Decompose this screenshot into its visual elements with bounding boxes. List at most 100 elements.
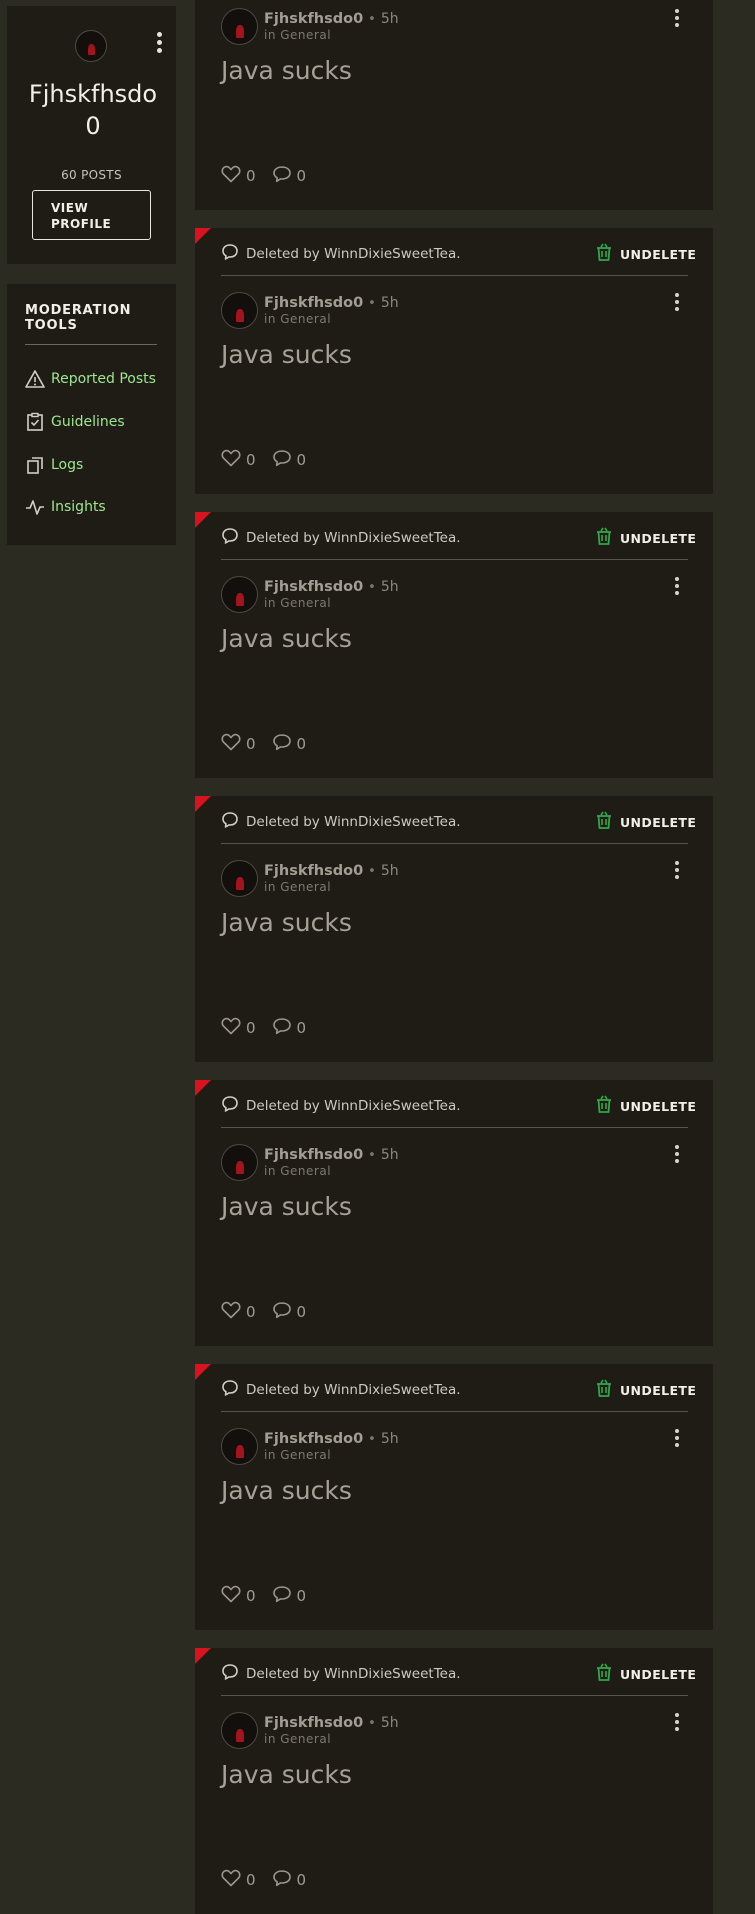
mod-item-reported-posts[interactable]: Reported Posts xyxy=(25,367,156,391)
author-avatar[interactable] xyxy=(221,8,258,45)
author-name[interactable]: Fjhskfhsdo0 xyxy=(264,863,363,879)
comment-button[interactable]: 0 xyxy=(272,449,307,471)
divider xyxy=(221,559,688,560)
undelete-button[interactable]: UNDELETE xyxy=(595,1663,696,1685)
post-more-options-icon[interactable] xyxy=(670,1426,684,1450)
comment-icon xyxy=(272,449,292,471)
like-button[interactable]: 0 xyxy=(221,1869,256,1891)
post-more-options-icon[interactable] xyxy=(670,1710,684,1734)
comment-button[interactable]: 0 xyxy=(272,1585,307,1607)
comment-button[interactable]: 0 xyxy=(272,1301,306,1323)
comment-count: 0 xyxy=(296,1019,307,1037)
post-body: Java sucks xyxy=(221,1476,352,1505)
comment-icon xyxy=(272,1017,292,1039)
author-info: Fjhskfhsdo0 • 5h in General xyxy=(264,1712,399,1746)
separator-dot: • xyxy=(368,1716,376,1731)
separator-dot: • xyxy=(368,864,376,879)
post-more-options-icon[interactable] xyxy=(670,858,684,882)
mod-item-logs[interactable]: Logs xyxy=(25,453,83,477)
post-more-options-icon[interactable] xyxy=(670,6,684,30)
post-category[interactable]: in General xyxy=(264,28,399,42)
post-actions: 0 0 xyxy=(221,165,322,187)
author-info: Fjhskfhsdo0 • 5h in General xyxy=(264,1144,399,1178)
like-button[interactable]: 0 xyxy=(221,733,256,755)
mod-item-insights[interactable]: Insights xyxy=(25,495,106,519)
mod-item-label: Insights xyxy=(51,499,106,515)
comment-count: 0 xyxy=(296,451,307,469)
author-name[interactable]: Fjhskfhsdo0 xyxy=(264,1147,363,1163)
post-body: Java sucks xyxy=(221,624,352,653)
author-name[interactable]: Fjhskfhsdo0 xyxy=(264,295,363,311)
post-card: Deleted by WinnDixieSweetTea. UNDELETE F… xyxy=(195,1648,713,1914)
undelete-button[interactable]: UNDELETE xyxy=(595,527,696,549)
comment-button[interactable]: 0 xyxy=(272,165,306,187)
author-avatar[interactable] xyxy=(221,292,258,329)
post-body: Java sucks xyxy=(221,56,352,85)
divider xyxy=(221,843,688,844)
speech-bubble-icon xyxy=(221,243,239,265)
mod-item-guidelines[interactable]: Guidelines xyxy=(25,410,125,434)
like-count: 0 xyxy=(246,451,256,469)
author-avatar[interactable] xyxy=(221,860,258,897)
mod-item-label: Reported Posts xyxy=(51,371,156,387)
warning-icon xyxy=(25,369,45,389)
author-avatar[interactable] xyxy=(221,1428,258,1465)
author-name[interactable]: Fjhskfhsdo0 xyxy=(264,579,363,595)
comment-count: 0 xyxy=(296,1587,307,1605)
view-profile-button[interactable]: VIEW PROFILE xyxy=(32,190,151,240)
comment-button[interactable]: 0 xyxy=(272,733,306,755)
post-actions: 0 0 xyxy=(221,1585,322,1607)
author-avatar[interactable] xyxy=(221,1144,258,1181)
undelete-button[interactable]: UNDELETE xyxy=(595,811,696,833)
like-button[interactable]: 0 xyxy=(221,1017,256,1039)
undelete-button[interactable]: UNDELETE xyxy=(595,1095,696,1117)
author-name[interactable]: Fjhskfhsdo0 xyxy=(264,1431,363,1447)
restore-trash-icon xyxy=(595,1095,613,1117)
comment-button[interactable]: 0 xyxy=(272,1017,307,1039)
post-category[interactable]: in General xyxy=(264,596,399,610)
undelete-label: UNDELETE xyxy=(620,246,697,262)
post-more-options-icon[interactable] xyxy=(670,290,684,314)
divider xyxy=(221,1127,688,1128)
deleted-notice: Deleted by WinnDixieSweetTea. xyxy=(221,243,461,265)
like-button[interactable]: 0 xyxy=(221,1585,256,1607)
post-time: 5h xyxy=(380,1431,399,1447)
post-more-options-icon[interactable] xyxy=(670,1142,684,1166)
deleted-by-text: Deleted by WinnDixieSweetTea. xyxy=(246,1098,461,1114)
divider xyxy=(221,275,688,276)
deleted-by-text: Deleted by WinnDixieSweetTea. xyxy=(246,814,461,830)
deleted-by-text: Deleted by WinnDixieSweetTea. xyxy=(246,530,461,546)
post-time: 5h xyxy=(380,579,399,595)
profile-avatar[interactable] xyxy=(75,30,107,62)
post-category[interactable]: in General xyxy=(264,1448,399,1462)
post-category[interactable]: in General xyxy=(264,1164,399,1178)
like-count: 0 xyxy=(246,1303,256,1321)
profile-more-options-icon[interactable] xyxy=(147,30,171,54)
post-category[interactable]: in General xyxy=(264,880,399,894)
post-actions: 0 0 xyxy=(221,733,322,755)
like-button[interactable]: 0 xyxy=(221,449,256,471)
speech-bubble-icon xyxy=(221,1663,239,1685)
post-category[interactable]: in General xyxy=(264,312,399,326)
undelete-button[interactable]: UNDELETE xyxy=(595,243,696,265)
author-info: Fjhskfhsdo0 • 5h in General xyxy=(264,1428,399,1462)
separator-dot: • xyxy=(368,580,376,595)
author-info: Fjhskfhsdo0 • 5h in General xyxy=(264,292,399,326)
heart-icon xyxy=(221,165,241,187)
post-more-options-icon[interactable] xyxy=(670,574,684,598)
divider xyxy=(25,344,157,345)
author-name[interactable]: Fjhskfhsdo0 xyxy=(264,11,363,27)
like-count: 0 xyxy=(246,1871,256,1889)
post-actions: 0 0 xyxy=(221,1301,322,1323)
comment-button[interactable]: 0 xyxy=(272,1869,306,1891)
heart-icon xyxy=(221,449,241,471)
author-avatar[interactable] xyxy=(221,1712,258,1749)
post-body: Java sucks xyxy=(221,908,352,937)
like-button[interactable]: 0 xyxy=(221,165,256,187)
heart-icon xyxy=(221,1301,241,1323)
deleted-notice: Deleted by WinnDixieSweetTea. xyxy=(221,1663,461,1685)
author-avatar[interactable] xyxy=(221,576,258,613)
undelete-button[interactable]: UNDELETE xyxy=(595,1379,696,1401)
like-button[interactable]: 0 xyxy=(221,1301,256,1323)
author-name[interactable]: Fjhskfhsdo0 xyxy=(264,1715,363,1731)
